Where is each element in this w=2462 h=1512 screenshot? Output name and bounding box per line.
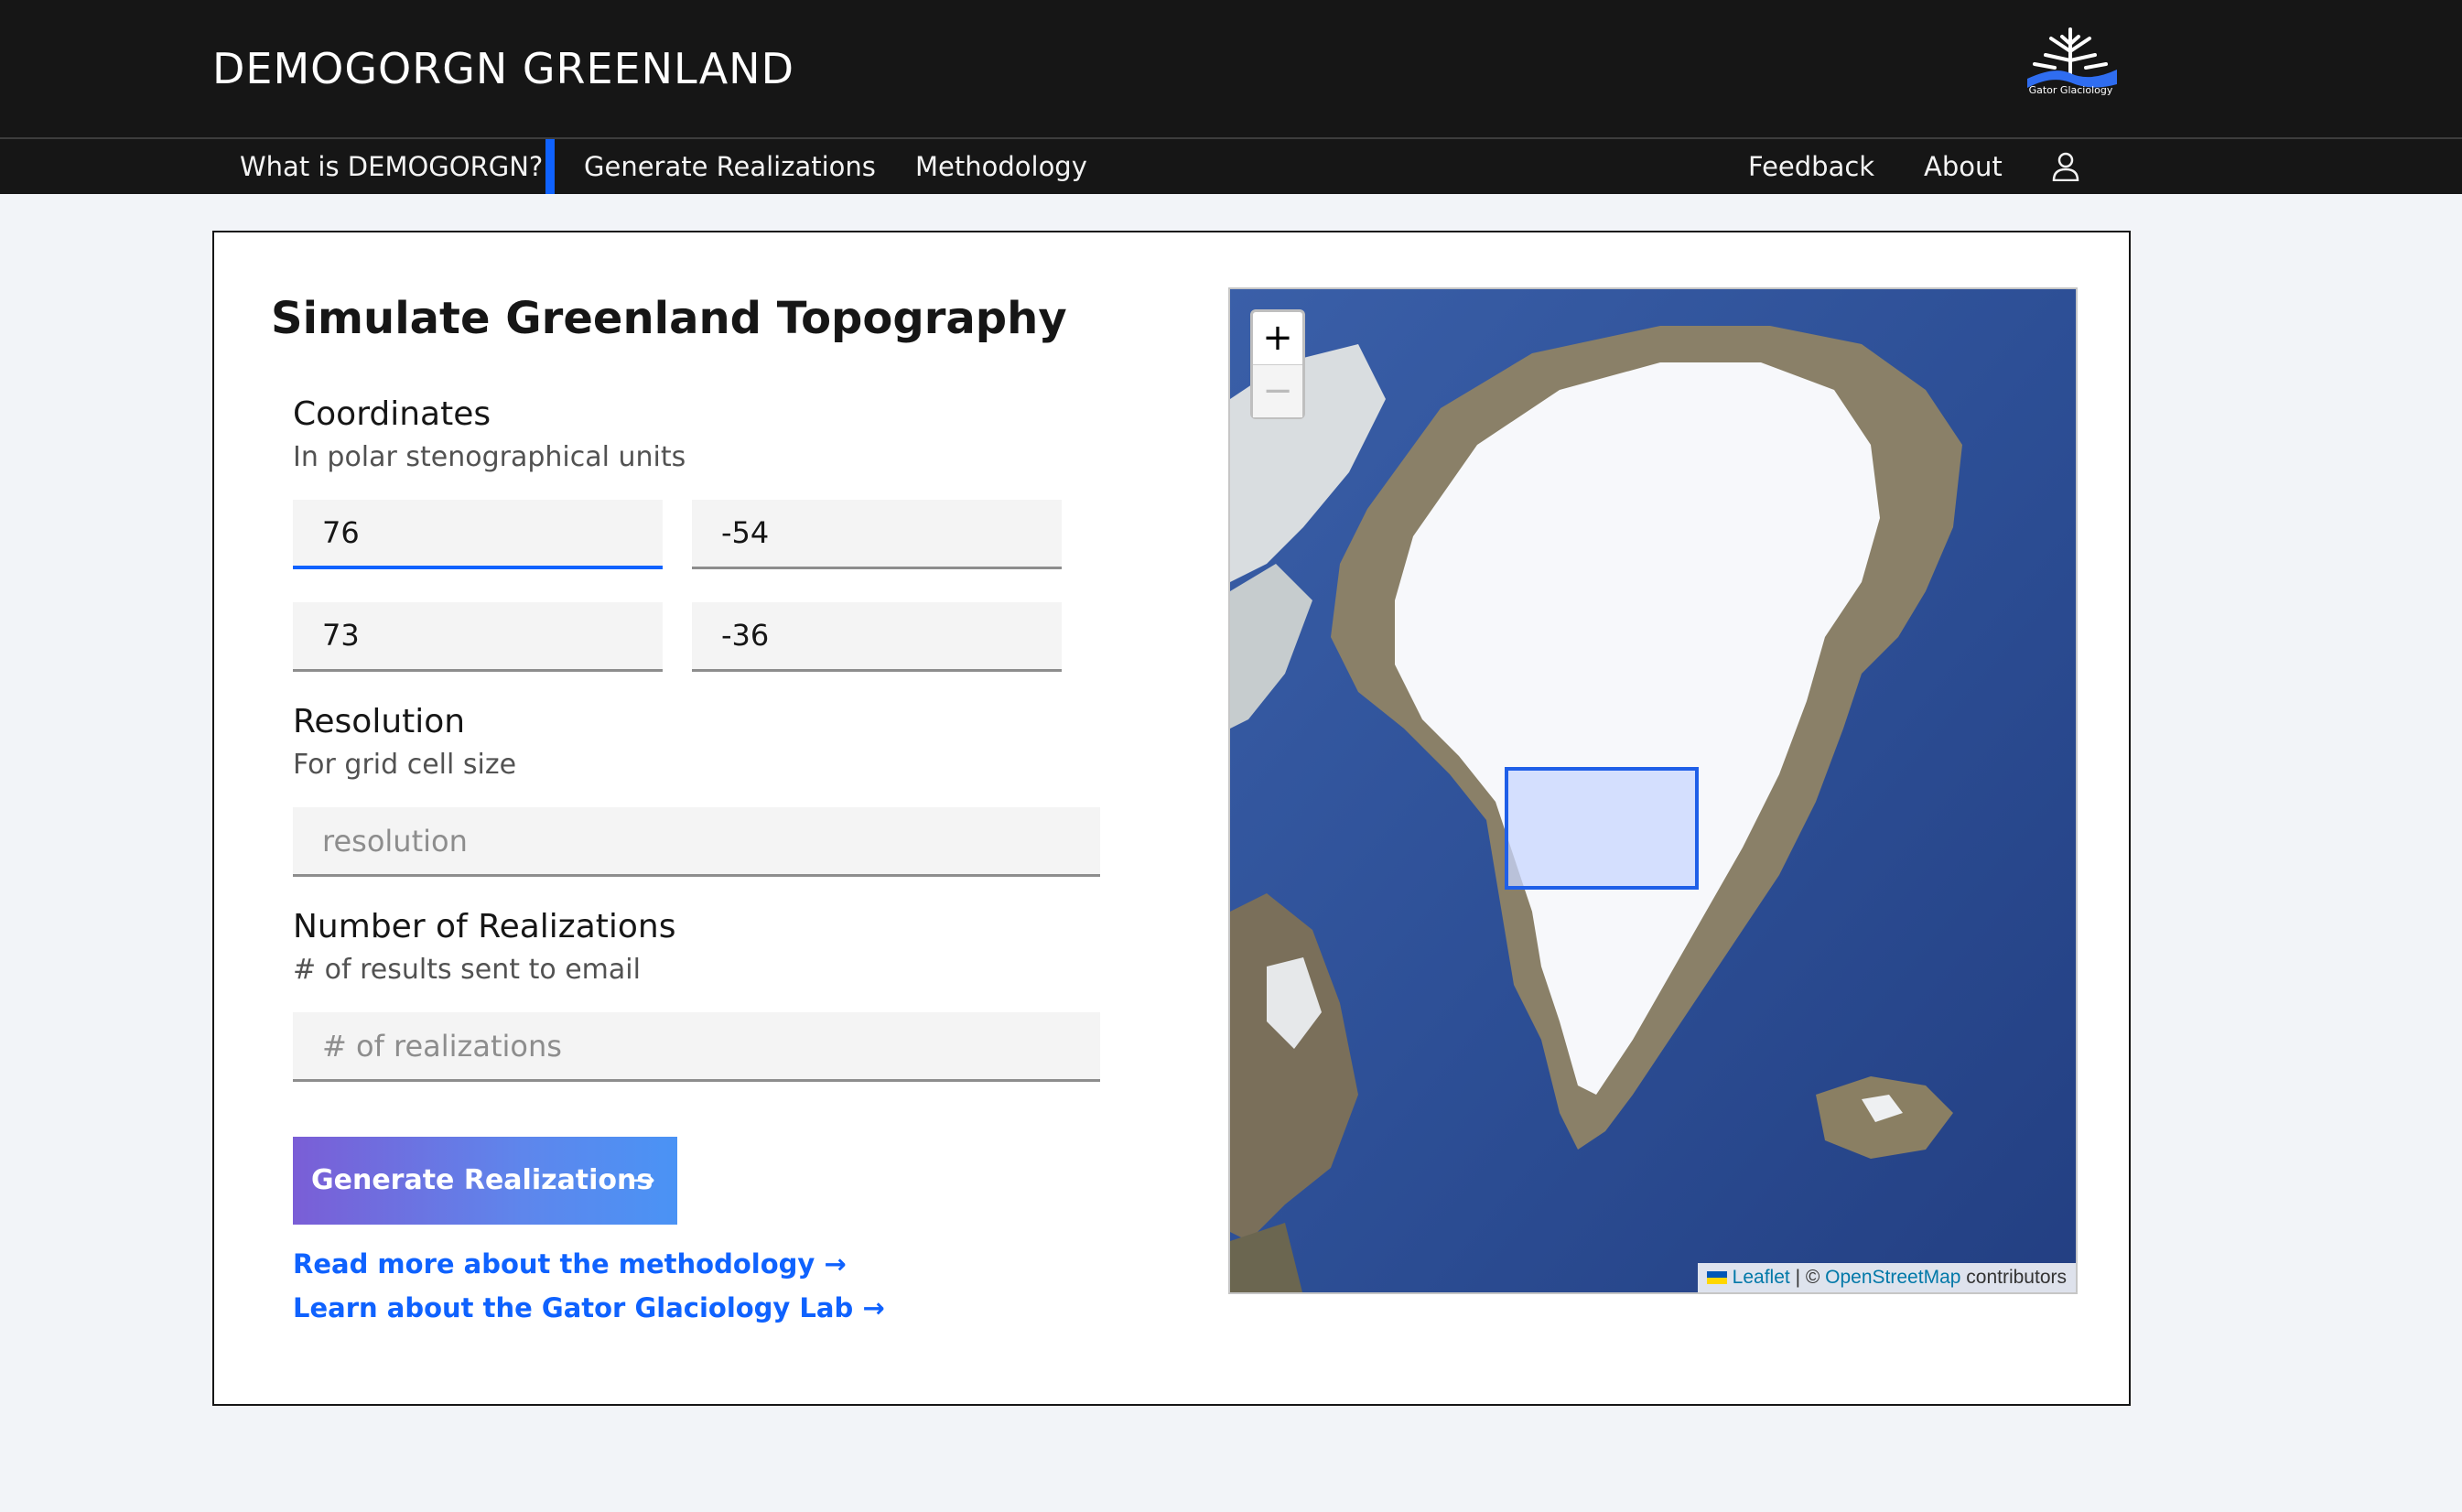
coordinate-field-4[interactable]: -36 [692, 602, 1062, 672]
user-icon[interactable] [2052, 152, 2079, 181]
simulation-card: Simulate Greenland Topography Coordinate… [212, 231, 2131, 1406]
realizations-help: # of results sent to email [293, 954, 641, 986]
arrow-right-icon: → [632, 1164, 655, 1196]
app-header: DEMOGORGN GREENLAND Gator Glaciology [0, 0, 2462, 139]
nav-item-generate[interactable]: Generate Realizations [545, 139, 905, 194]
nav-item-feedback[interactable]: Feedback [1719, 139, 1904, 194]
app-title[interactable]: DEMOGORGN GREENLAND [212, 44, 794, 93]
nav-item-what-is[interactable]: What is DEMOGORGN? [211, 139, 572, 194]
logo-caption: Gator Glaciology [2028, 84, 2113, 96]
coordinate-field-1[interactable]: 76 [293, 500, 663, 569]
selection-rectangle[interactable] [1505, 767, 1699, 890]
zoom-out-button[interactable]: − [1253, 365, 1302, 417]
map-view[interactable]: + − Leaflet | © OpenStreetMap contributo… [1228, 287, 2078, 1294]
methodology-link[interactable]: Read more about the methodology → [293, 1248, 847, 1280]
resolution-help: For grid cell size [293, 749, 517, 781]
coordinate-field-3[interactable]: 73 [293, 602, 663, 672]
attribution-separator: | © [1795, 1267, 1820, 1288]
ukraine-flag-icon [1706, 1271, 1727, 1284]
satellite-map-image[interactable] [1230, 289, 2078, 1294]
top-navigation: What is DEMOGORGN? Generate Realizations… [0, 139, 2462, 194]
coordinates-label: Coordinates [293, 395, 491, 433]
generate-button-label: Generate Realizations [311, 1164, 653, 1196]
realizations-input[interactable] [293, 1012, 1100, 1082]
osm-link[interactable]: OpenStreetMap [1825, 1267, 1960, 1288]
nav-item-about[interactable]: About [1895, 139, 2032, 194]
resolution-label: Resolution [293, 703, 466, 740]
resolution-input[interactable] [293, 807, 1100, 877]
attribution-suffix: contributors [1966, 1267, 2067, 1288]
coordinates-help: In polar stenographical units [293, 441, 686, 473]
form-title: Simulate Greenland Topography [271, 293, 1067, 344]
zoom-control: + − [1250, 309, 1305, 419]
leaflet-link[interactable]: Leaflet [1733, 1267, 1790, 1288]
zoom-in-button[interactable]: + [1253, 312, 1302, 365]
coordinate-field-2[interactable]: -54 [692, 500, 1062, 569]
realizations-label: Number of Realizations [293, 908, 676, 945]
map-attribution: Leaflet | © OpenStreetMap contributors [1697, 1263, 2076, 1292]
generate-realizations-button[interactable]: Generate Realizations → [293, 1137, 677, 1225]
nav-item-methodology[interactable]: Methodology [886, 139, 1117, 194]
lab-link[interactable]: Learn about the Gator Glaciology Lab → [293, 1292, 885, 1323]
